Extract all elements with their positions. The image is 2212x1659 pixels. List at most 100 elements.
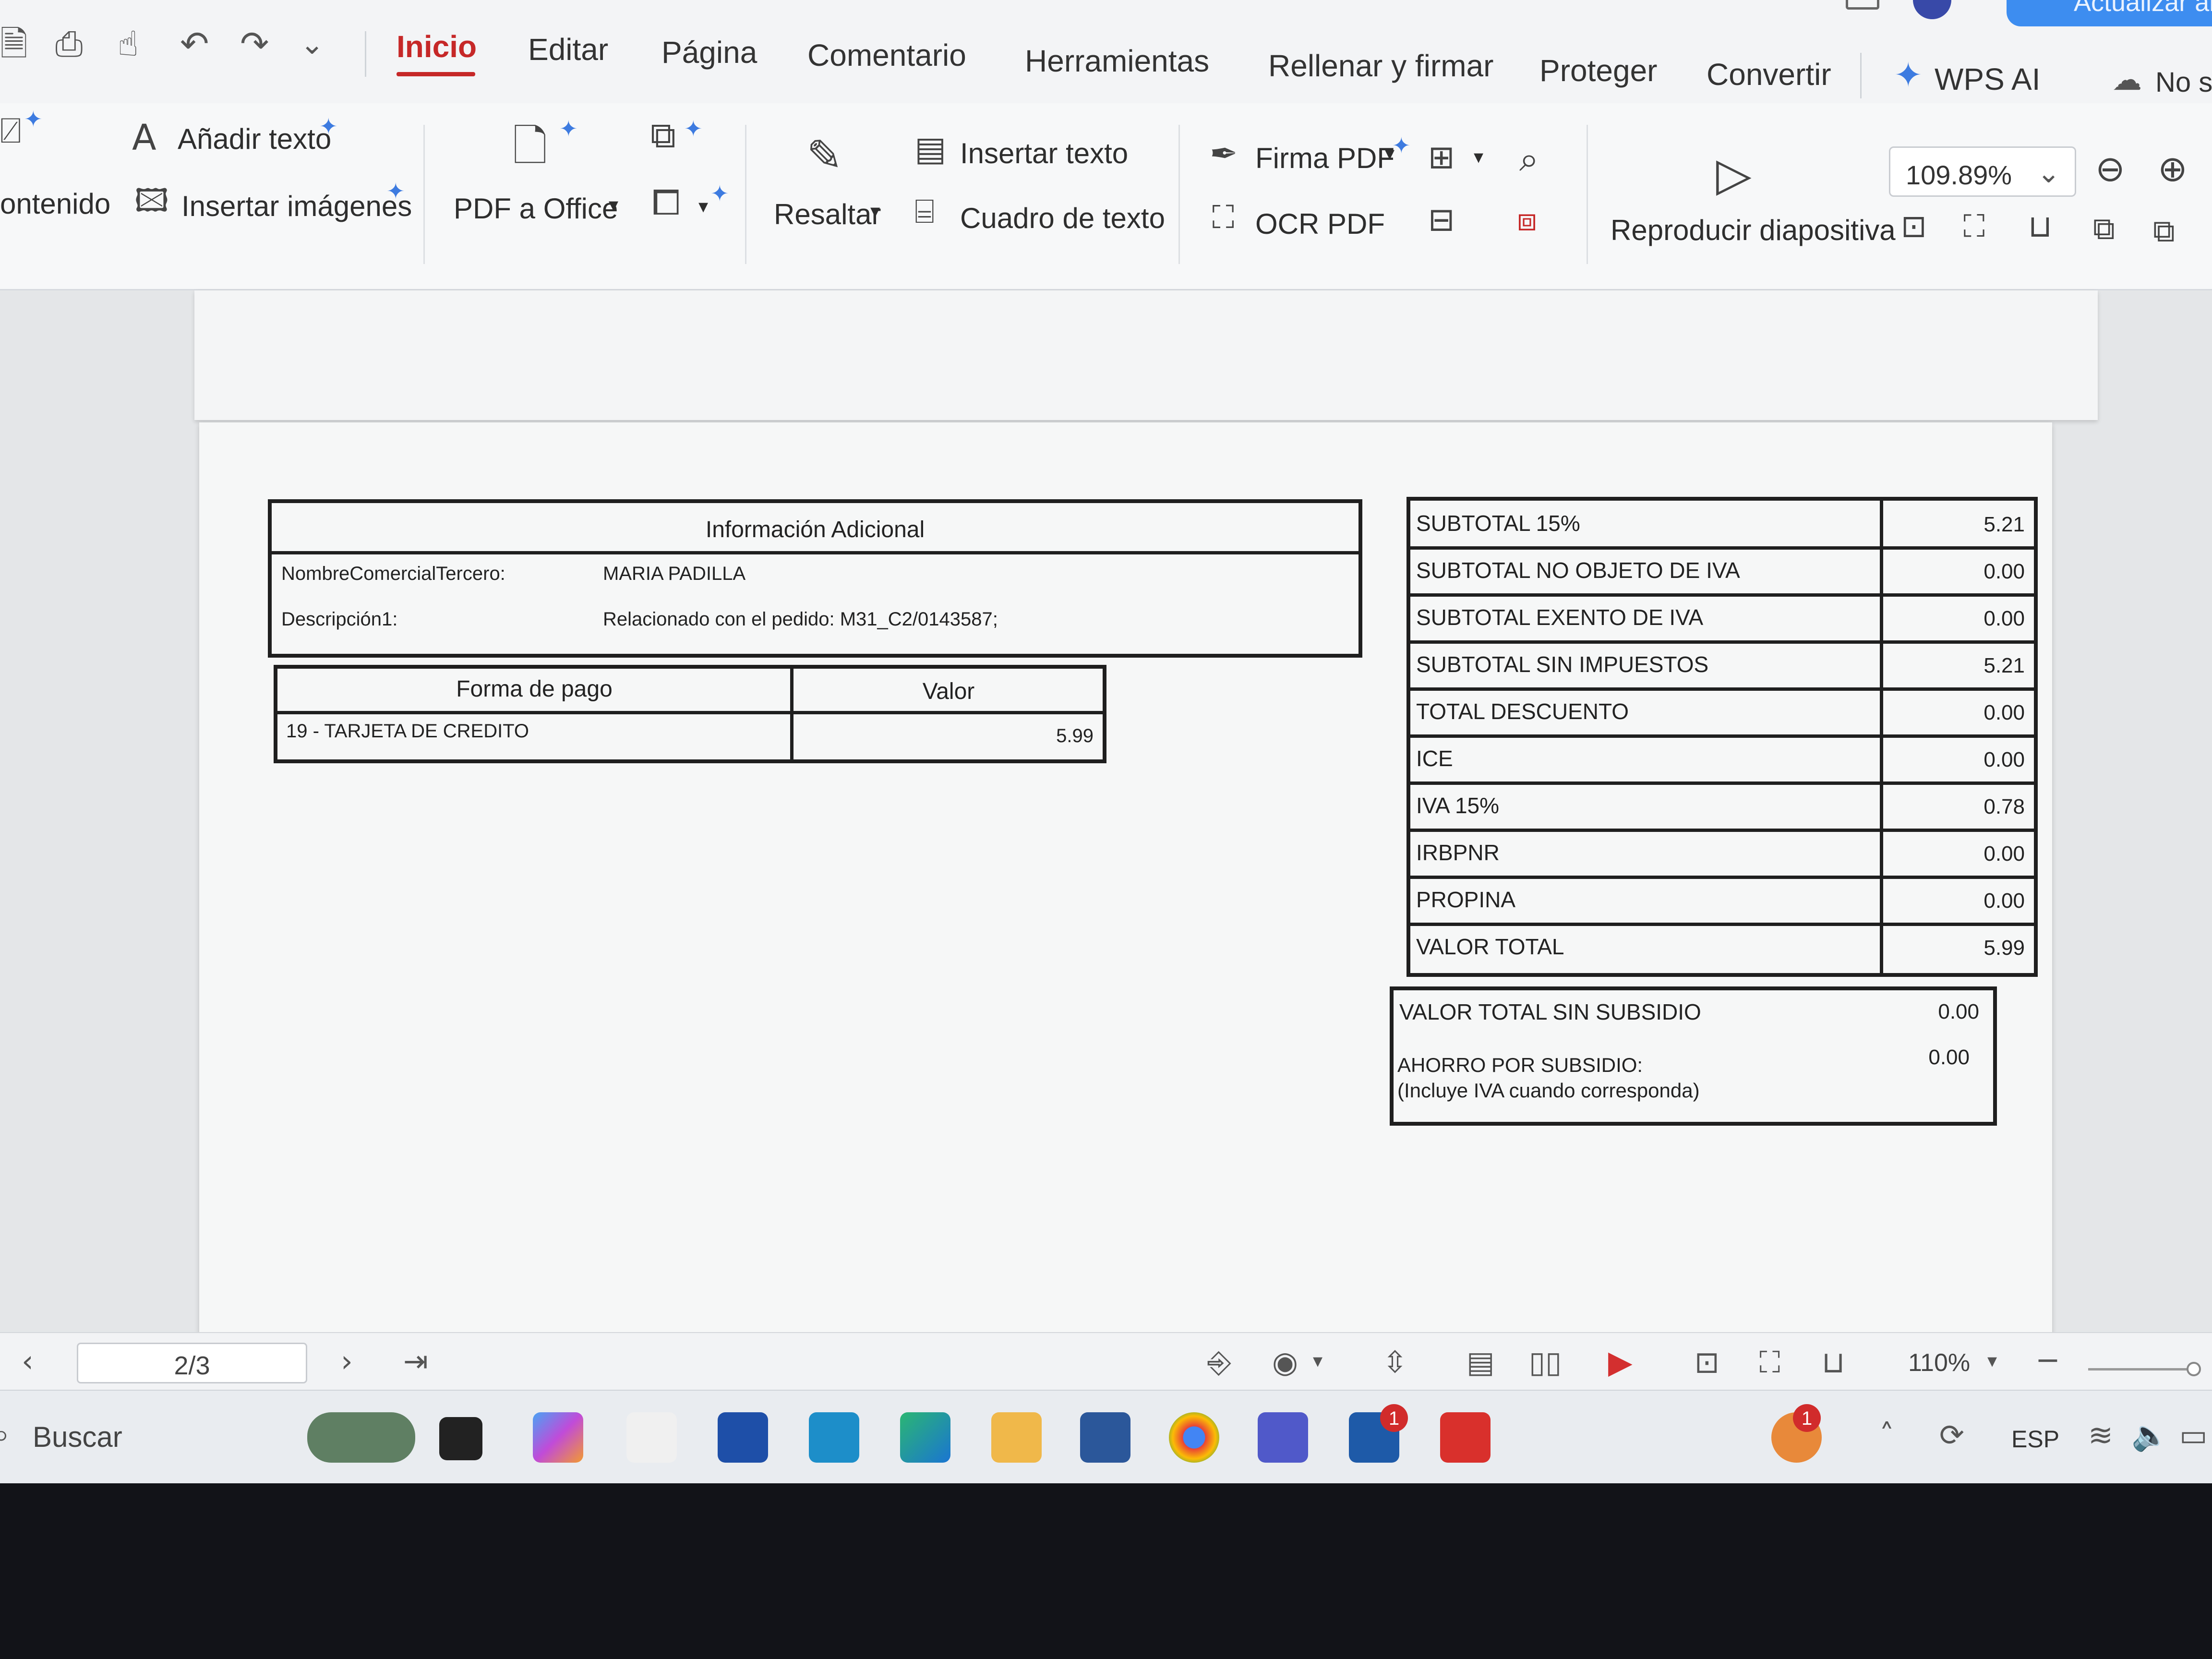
sign-in-link[interactable]: No si (2155, 66, 2212, 98)
single-page-icon[interactable]: ▤ (1467, 1347, 1495, 1377)
page-number-input[interactable]: 2/3 (77, 1343, 307, 1383)
status-zoom[interactable]: 110% (1908, 1348, 1970, 1377)
tab-comentario[interactable]: Comentario (807, 37, 966, 73)
tab-inicio[interactable]: Inicio (397, 29, 477, 64)
convert-image-icon[interactable]: ⧉ (650, 118, 676, 153)
wps-office-icon[interactable] (1440, 1412, 1491, 1463)
search-icon[interactable]: ⌕ (0, 1419, 10, 1449)
avatar[interactable] (1913, 0, 1951, 19)
wps-ai-tab[interactable]: WPS AI (1935, 61, 2041, 97)
pdf-to-office-button[interactable]: PDF a Office (454, 194, 618, 223)
actual-size-icon[interactable]: ⊡ (1901, 211, 1927, 242)
continuous-scroll-icon[interactable]: ⇳ (1382, 1347, 1407, 1377)
play-icon[interactable]: ▶ (1608, 1346, 1633, 1378)
undo-icon[interactable]: ↶ (180, 26, 209, 61)
subsidy-total-label: VALOR TOTAL SIN SUBSIDIO (1399, 999, 1701, 1024)
chevron-down-icon[interactable]: ▾ (1313, 1351, 1322, 1370)
teams-icon[interactable] (1258, 1412, 1308, 1463)
fit-page-icon[interactable]: ⛶ (1963, 211, 1985, 242)
add-text-button[interactable]: Añadir texto (178, 125, 331, 154)
edit-content-button[interactable]: ontenido (0, 190, 110, 218)
chevron-up-icon[interactable]: ˄ (1879, 1420, 1894, 1450)
additional-info-box: Información Adicional NombreComercialTer… (268, 499, 1362, 658)
fit-page-icon[interactable]: ⛶ (1759, 1347, 1780, 1377)
cortana-icon[interactable] (809, 1412, 859, 1463)
two-page-icon[interactable]: ▯▯ (1529, 1347, 1562, 1377)
compare-icon[interactable]: ⊟ (1428, 204, 1455, 236)
taskbar-search[interactable]: Buscar (33, 1420, 122, 1454)
total-value: 0.00 (1984, 889, 2025, 913)
chevron-down-icon[interactable]: ▾ (698, 197, 708, 216)
rotate-left-icon[interactable]: ⧉ (2093, 214, 2115, 244)
tab-convertir[interactable]: Convertir (1707, 57, 1831, 92)
fit-width-icon[interactable]: ⊔ (2028, 211, 2052, 242)
wifi-icon[interactable]: ≋ (2088, 1420, 2113, 1450)
insert-text-button[interactable]: Insertar texto (960, 139, 1128, 168)
document-viewer[interactable]: Información Adicional NombreComercialTer… (0, 290, 2212, 1334)
last-page-icon[interactable]: ⇥ (403, 1346, 428, 1376)
total-value: 5.21 (1984, 654, 2025, 677)
zoom-out-icon[interactable]: ⊖ (2095, 151, 2125, 187)
store-icon[interactable] (718, 1412, 768, 1463)
widgets-icon[interactable] (307, 1412, 415, 1463)
additional-info-title: Información Adicional (705, 517, 925, 542)
highlight-button[interactable]: Resaltar (774, 200, 881, 229)
task-view-icon[interactable] (439, 1417, 482, 1460)
ocr-pdf-button[interactable]: OCR PDF (1255, 210, 1385, 239)
text-box-button[interactable]: Cuadro de texto (960, 204, 1165, 233)
volume-icon[interactable]: 🔈 (2131, 1420, 2168, 1450)
screenshot-ocr-icon[interactable]: ⧈ (1517, 204, 1537, 236)
fit-width-icon[interactable]: ⊔ (1822, 1347, 1845, 1377)
chevron-down-icon[interactable]: ▾ (1987, 1351, 1997, 1370)
battery-icon[interactable]: ▭ (2179, 1420, 2208, 1450)
edit-content-icon[interactable]: ⍁ (0, 113, 21, 148)
chevron-down-icon[interactable]: ⌄ (300, 30, 324, 59)
print-icon[interactable]: ⎙ (55, 26, 83, 61)
file-explorer-icon[interactable] (991, 1412, 1042, 1463)
subsidy-saving-value: 0.00 (1928, 1046, 1970, 1069)
chevron-down-icon[interactable]: ▾ (1474, 147, 1483, 167)
total-label: IRBPNR (1416, 840, 1500, 865)
tab-editar[interactable]: Editar (528, 32, 608, 67)
zoom-select[interactable]: 109.89% ⌄ (1889, 146, 2076, 197)
add-text-icon: A (132, 117, 156, 158)
previous-page-icon[interactable]: ‹ (22, 1346, 34, 1376)
chevron-down-icon[interactable]: ▾ (609, 195, 618, 215)
insert-images-button[interactable]: Insertar imágenes (181, 192, 412, 221)
actual-size-icon[interactable]: ⊡ (1695, 1347, 1719, 1377)
zoom-slider[interactable] (2088, 1368, 2194, 1370)
sync-icon[interactable]: ⟳ (1939, 1420, 1964, 1450)
search-icon[interactable]: ⌕ (1519, 142, 1539, 176)
copy-pages-icon[interactable]: ⧠ (652, 185, 680, 220)
chevron-down-icon[interactable]: ▾ (870, 202, 880, 221)
exit-icon[interactable]: ⎆ (1207, 1347, 1231, 1377)
zoom-out-icon[interactable]: − (2035, 1345, 2060, 1375)
next-page-icon[interactable]: › (341, 1346, 353, 1376)
zoom-slider-handle[interactable] (2187, 1362, 2201, 1376)
tab-herramientas[interactable]: Herramientas (1025, 43, 1209, 79)
tab-proteger[interactable]: Proteger (1539, 53, 1657, 88)
window-icon[interactable] (1846, 0, 1879, 10)
cloud-icon[interactable]: ☁ (2112, 65, 2142, 95)
hand-tool-icon[interactable]: ☝ (118, 26, 139, 61)
translate-icon[interactable]: ⊞ (1428, 142, 1455, 173)
chrome-icon[interactable] (1169, 1412, 1219, 1463)
language-indicator[interactable]: ESP (2011, 1425, 2059, 1453)
tab-rellenar-firmar[interactable]: Rellenar y firmar (1268, 48, 1493, 84)
sign-pdf-button[interactable]: Firma PDF (1255, 144, 1395, 173)
subsidy-saving-label: AHORRO POR SUBSIDIO: (1397, 1054, 1643, 1076)
save-icon[interactable]: 🗎 (0, 26, 28, 61)
word-icon[interactable] (1080, 1412, 1130, 1463)
total-value: 0.00 (1984, 748, 2025, 771)
edge-icon[interactable] (900, 1412, 950, 1463)
tab-pagina[interactable]: Página (661, 35, 757, 70)
update-button[interactable]: Actualizar ar (2007, 0, 2212, 26)
ocr-icon: ⛶ (1212, 199, 1235, 236)
copilot-icon[interactable] (533, 1412, 583, 1463)
play-slideshow-button[interactable]: Reproducir diapositiva (1611, 216, 1896, 245)
zoom-in-icon[interactable]: ⊕ (2158, 151, 2188, 187)
kangaroo-app-icon[interactable] (626, 1412, 677, 1463)
rotate-right-icon[interactable]: ⧉ (2153, 216, 2175, 247)
eye-icon[interactable]: ◉ (1272, 1347, 1298, 1377)
redo-icon[interactable]: ↷ (240, 26, 269, 61)
